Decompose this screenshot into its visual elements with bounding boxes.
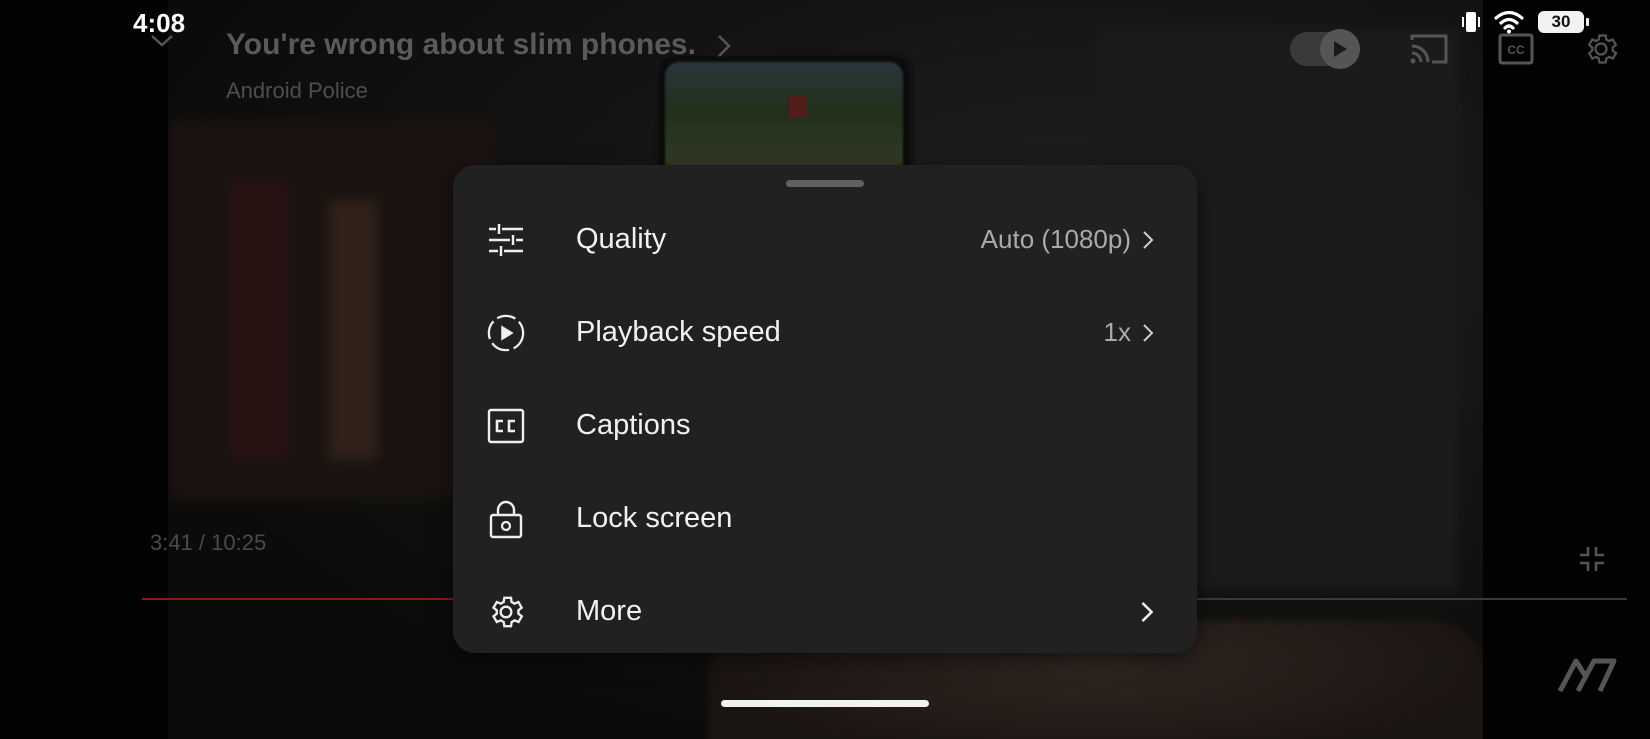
lock-icon	[486, 499, 526, 539]
channel-name[interactable]: Android Police	[226, 78, 368, 104]
cast-icon[interactable]	[1408, 32, 1450, 66]
menu-item-label: Lock screen	[576, 502, 733, 534]
time-display: 3:41 / 10:25	[150, 530, 267, 555]
gear-icon	[486, 592, 526, 632]
battery-level: 30	[1551, 12, 1571, 31]
playback-speed-icon	[486, 313, 526, 353]
youtube-player-screen: 4:08 30 You're wrong about slim phones. …	[0, 0, 1650, 739]
home-indicator[interactable]	[721, 700, 929, 707]
sheet-drag-handle[interactable]	[786, 180, 864, 187]
menu-item-value: Auto (1080p)	[980, 224, 1131, 254]
menu-item-quality[interactable]: Quality Auto (1080p)	[453, 193, 1197, 286]
captions-toggle-icon[interactable]: CC	[1498, 31, 1534, 67]
settings-sheet: Quality Auto (1080p) Playback speed 1x C…	[453, 165, 1197, 653]
watermark-logo-icon	[1557, 658, 1617, 693]
autoplay-toggle[interactable]	[1290, 29, 1360, 69]
video-title-text: You're wrong about slim phones.	[226, 28, 696, 61]
menu-item-playback-speed[interactable]: Playback speed 1x	[453, 286, 1197, 379]
play-icon	[1334, 41, 1347, 57]
svg-text:CC: CC	[1507, 43, 1525, 57]
captions-icon	[486, 406, 526, 446]
autoplay-knob	[1320, 29, 1360, 69]
exit-fullscreen-icon[interactable]	[1578, 545, 1606, 573]
menu-item-captions[interactable]: Captions	[453, 379, 1197, 472]
chevron-right-icon	[1141, 601, 1154, 622]
title-chevron-icon	[718, 35, 732, 57]
collapse-chevron-icon[interactable]	[148, 30, 176, 50]
menu-item-label: Quality	[576, 223, 667, 255]
top-controls: CC	[1290, 29, 1620, 69]
chevron-right-icon	[1143, 230, 1154, 249]
settings-gear-icon[interactable]	[1582, 30, 1620, 68]
video-title[interactable]: You're wrong about slim phones.	[226, 28, 732, 62]
menu-item-value: 1x	[1103, 317, 1131, 347]
quality-sliders-icon	[486, 220, 526, 260]
menu-item-more[interactable]: More	[453, 565, 1197, 658]
menu-item-label: More	[576, 595, 643, 627]
menu-item-lock-screen[interactable]: Lock screen	[453, 472, 1197, 565]
menu-item-label: Playback speed	[576, 316, 781, 348]
chevron-right-icon	[1143, 323, 1154, 342]
settings-menu: Quality Auto (1080p) Playback speed 1x C…	[453, 193, 1197, 658]
menu-item-label: Captions	[576, 409, 691, 441]
